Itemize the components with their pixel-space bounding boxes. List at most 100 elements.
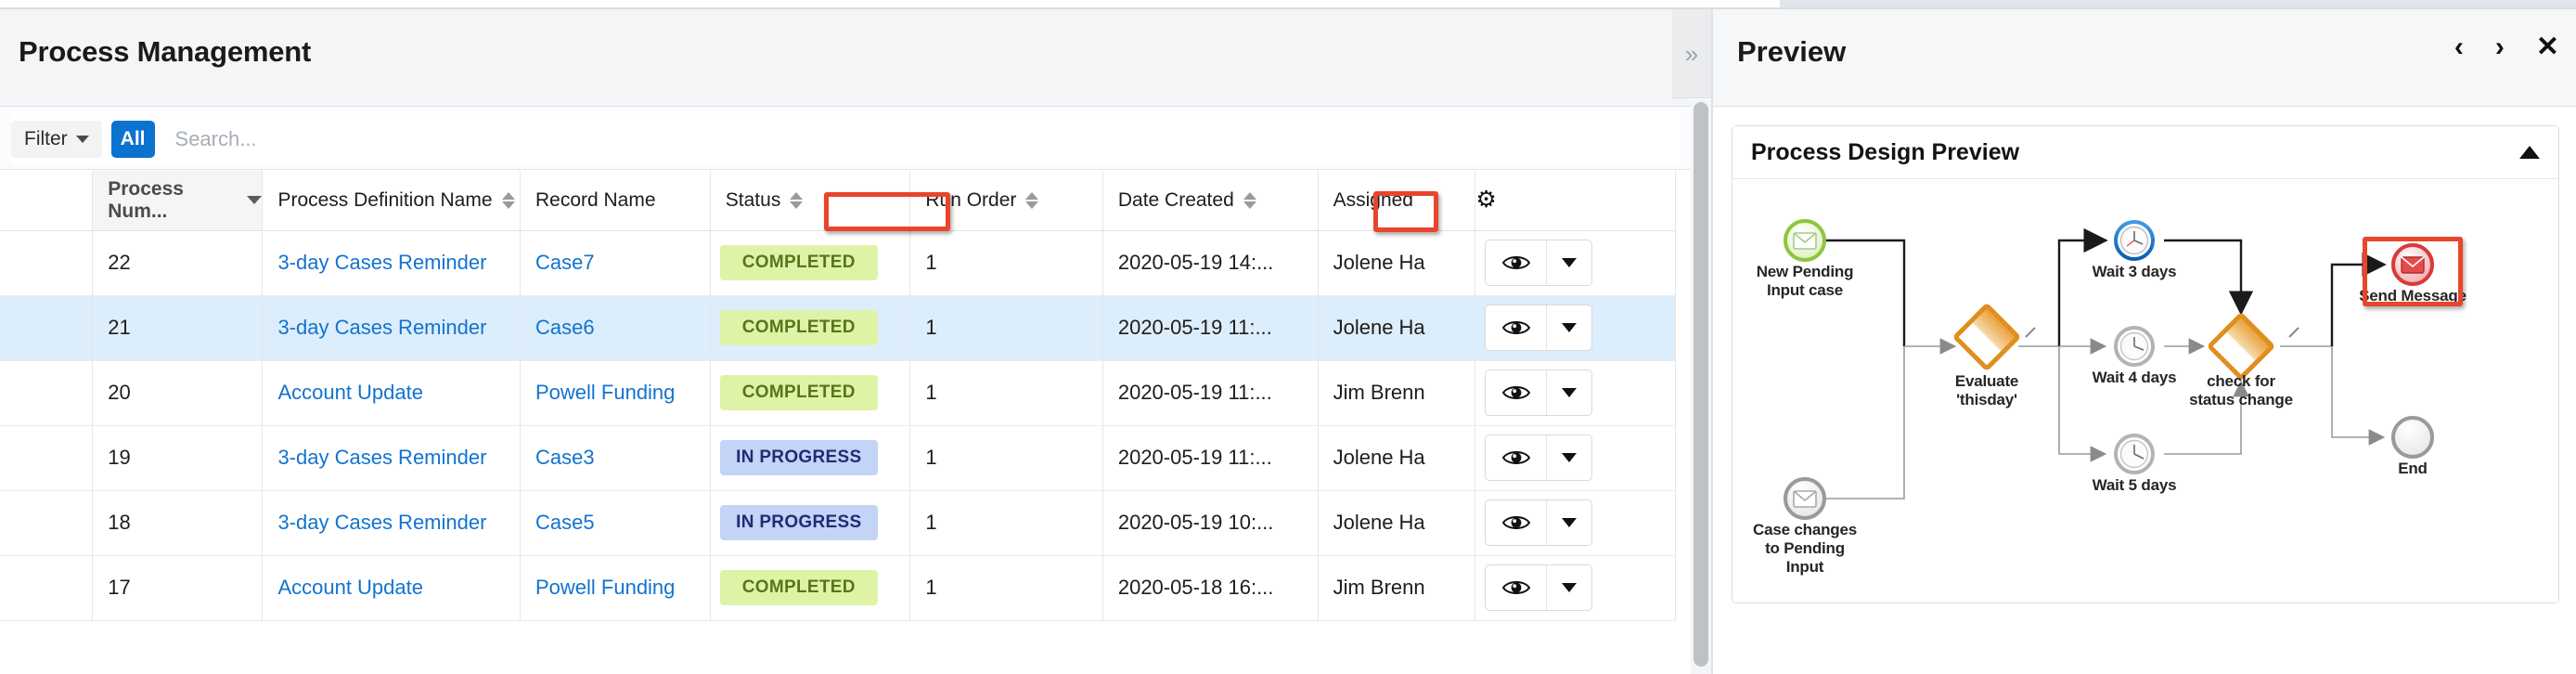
row-gutter bbox=[0, 295, 94, 361]
filter-button[interactable]: Filter bbox=[11, 120, 102, 158]
column-header-process-number[interactable]: Process Num... bbox=[92, 171, 264, 231]
process-definition-link[interactable]: 3-day Cases Reminder bbox=[277, 446, 486, 469]
cell-date-created: 2020-05-19 11:... bbox=[1102, 425, 1319, 491]
chevron-up-icon[interactable] bbox=[2519, 146, 2540, 159]
column-header-status[interactable]: Status bbox=[710, 171, 911, 231]
cell-process-definition-name: Account Update bbox=[262, 555, 521, 621]
record-name-link[interactable]: Case7 bbox=[535, 251, 595, 274]
vertical-scrollbar[interactable] bbox=[1691, 99, 1711, 674]
process-definition-link[interactable]: 3-day Cases Reminder bbox=[277, 511, 486, 534]
cell-record-name: Powell Funding bbox=[520, 555, 711, 621]
row-gutter bbox=[0, 425, 94, 491]
cell-date-created: 2020-05-19 11:... bbox=[1102, 360, 1319, 426]
row-action-group bbox=[1485, 564, 1593, 611]
process-definition-link[interactable]: 3-day Cases Reminder bbox=[277, 251, 486, 274]
row-more-actions-button[interactable] bbox=[1547, 305, 1591, 350]
column-label: Status bbox=[725, 188, 781, 211]
process-number-value: 18 bbox=[108, 511, 131, 534]
column-label: Process Definition Name bbox=[277, 188, 493, 211]
cell-status: COMPLETED bbox=[710, 555, 911, 621]
row-more-actions-button[interactable] bbox=[1547, 370, 1591, 415]
node-case-changes-to-pending-input bbox=[1784, 477, 1826, 520]
process-definition-link[interactable]: 3-day Cases Reminder bbox=[277, 316, 486, 339]
process-design-preview-header[interactable]: Process Design Preview bbox=[1732, 126, 2558, 179]
search-row: Filter All bbox=[11, 113, 1681, 164]
cell-date-created: 2020-05-19 10:... bbox=[1102, 490, 1319, 556]
record-name-link[interactable]: Case5 bbox=[535, 511, 595, 534]
column-header-record-name[interactable]: Record Name bbox=[520, 171, 711, 231]
table-row[interactable]: 22 3-day Cases Reminder Case7 COMPLETED 1 202… bbox=[0, 230, 1676, 296]
next-record-icon[interactable]: › bbox=[2495, 33, 2505, 61]
table-row[interactable]: 21 3-day Cases Reminder Case6 COMPLETED 1 202… bbox=[0, 295, 1676, 361]
caret-down-icon bbox=[1562, 388, 1578, 397]
cell-actions bbox=[1475, 360, 1676, 426]
cell-run-order: 1 bbox=[909, 360, 1103, 426]
status-badge: IN PROGRESS bbox=[719, 505, 878, 540]
scrollbar-thumb[interactable] bbox=[1694, 102, 1708, 667]
all-filter-chip[interactable]: All bbox=[110, 120, 155, 158]
table-header-row: Process Num... Process Definition Name R… bbox=[0, 171, 1676, 231]
process-definition-link[interactable]: Account Update bbox=[277, 576, 423, 599]
eye-icon[interactable] bbox=[1486, 240, 1548, 285]
cell-status: COMPLETED bbox=[710, 360, 911, 426]
sort-icon bbox=[501, 190, 515, 211]
collapse-panel-button[interactable]: » bbox=[1672, 9, 1711, 98]
table-row[interactable]: 20 Account Update Powell Funding COMPLETED 1… bbox=[0, 360, 1676, 426]
cell-run-order: 1 bbox=[909, 230, 1103, 296]
eye-icon[interactable] bbox=[1486, 435, 1548, 480]
chevron-down-icon bbox=[75, 135, 89, 143]
label-check-for-status-change: check for status change bbox=[2189, 372, 2293, 409]
filter-button-label: Filter bbox=[24, 127, 68, 149]
assigned-user-value: Jolene Ha bbox=[1333, 511, 1425, 534]
process-definition-link[interactable]: Account Update bbox=[277, 381, 423, 404]
app-root: Process Management Filter All Search... … bbox=[0, 0, 2576, 674]
cell-process-definition-name: 3-day Cases Reminder bbox=[262, 425, 521, 491]
row-more-actions-button[interactable] bbox=[1547, 435, 1591, 480]
page-title: Process Management bbox=[19, 35, 312, 68]
table-row[interactable]: 19 3-day Cases Reminder Case3 IN PROGRESS 1 2… bbox=[0, 425, 1676, 491]
cell-status: IN PROGRESS bbox=[710, 490, 911, 556]
search-input[interactable] bbox=[173, 125, 1681, 152]
column-header-run-order[interactable]: Run Order bbox=[909, 171, 1103, 231]
column-settings-header[interactable]: ⚙ bbox=[1475, 171, 1676, 231]
record-name-link[interactable]: Case6 bbox=[535, 316, 595, 339]
preview-panel: Preview ‹ › ✕ Process Design Preview New… bbox=[1713, 9, 2576, 674]
close-icon[interactable]: ✕ bbox=[2536, 33, 2559, 61]
chevron-double-right-icon: » bbox=[1684, 39, 1699, 68]
row-more-actions-button[interactable] bbox=[1547, 240, 1591, 285]
table-row[interactable]: 17 Account Update Powell Funding COMPLETED 1… bbox=[0, 555, 1676, 621]
previous-record-icon[interactable]: ‹ bbox=[2454, 33, 2464, 61]
status-badge: IN PROGRESS bbox=[719, 440, 878, 475]
column-header-date-created[interactable]: Date Created bbox=[1102, 171, 1319, 231]
caret-down-icon bbox=[1562, 453, 1578, 462]
gear-icon[interactable]: ⚙ bbox=[1475, 188, 1496, 212]
row-more-actions-button[interactable] bbox=[1547, 565, 1591, 610]
table-row[interactable]: 18 3-day Cases Reminder Case5 IN PROGRESS 1 2… bbox=[0, 490, 1676, 556]
row-action-group bbox=[1485, 369, 1593, 416]
node-new-pending-input-case bbox=[1784, 219, 1826, 262]
date-created-value: 2020-05-19 14:... bbox=[1117, 251, 1274, 274]
cell-run-order: 1 bbox=[909, 295, 1103, 361]
cell-date-created: 2020-05-18 16:... bbox=[1102, 555, 1319, 621]
eye-icon[interactable] bbox=[1486, 500, 1548, 545]
cell-process-number: 17 bbox=[92, 555, 264, 621]
status-badge: COMPLETED bbox=[719, 375, 878, 410]
record-name-link[interactable]: Powell Funding bbox=[535, 381, 675, 404]
record-name-link[interactable]: Powell Funding bbox=[535, 576, 675, 599]
sort-icon bbox=[790, 190, 804, 211]
record-name-link[interactable]: Case3 bbox=[535, 446, 595, 469]
assigned-user-value: Jim Brenn bbox=[1333, 576, 1425, 599]
status-badge: COMPLETED bbox=[719, 570, 878, 605]
cell-assigned: Jolene Ha bbox=[1318, 490, 1476, 556]
row-more-actions-button[interactable] bbox=[1547, 500, 1591, 545]
cell-record-name: Case7 bbox=[520, 230, 711, 296]
left-panel-header: Process Management bbox=[0, 9, 1692, 107]
sort-icon bbox=[1243, 190, 1256, 211]
eye-icon[interactable] bbox=[1486, 370, 1548, 415]
column-header-process-definition-name[interactable]: Process Definition Name bbox=[262, 171, 521, 231]
eye-icon[interactable] bbox=[1486, 305, 1548, 350]
cell-process-number: 20 bbox=[92, 360, 264, 426]
column-header-assigned[interactable]: Assigned bbox=[1318, 171, 1476, 231]
eye-icon[interactable] bbox=[1486, 565, 1548, 610]
assigned-user-value: Jolene Ha bbox=[1333, 251, 1425, 274]
